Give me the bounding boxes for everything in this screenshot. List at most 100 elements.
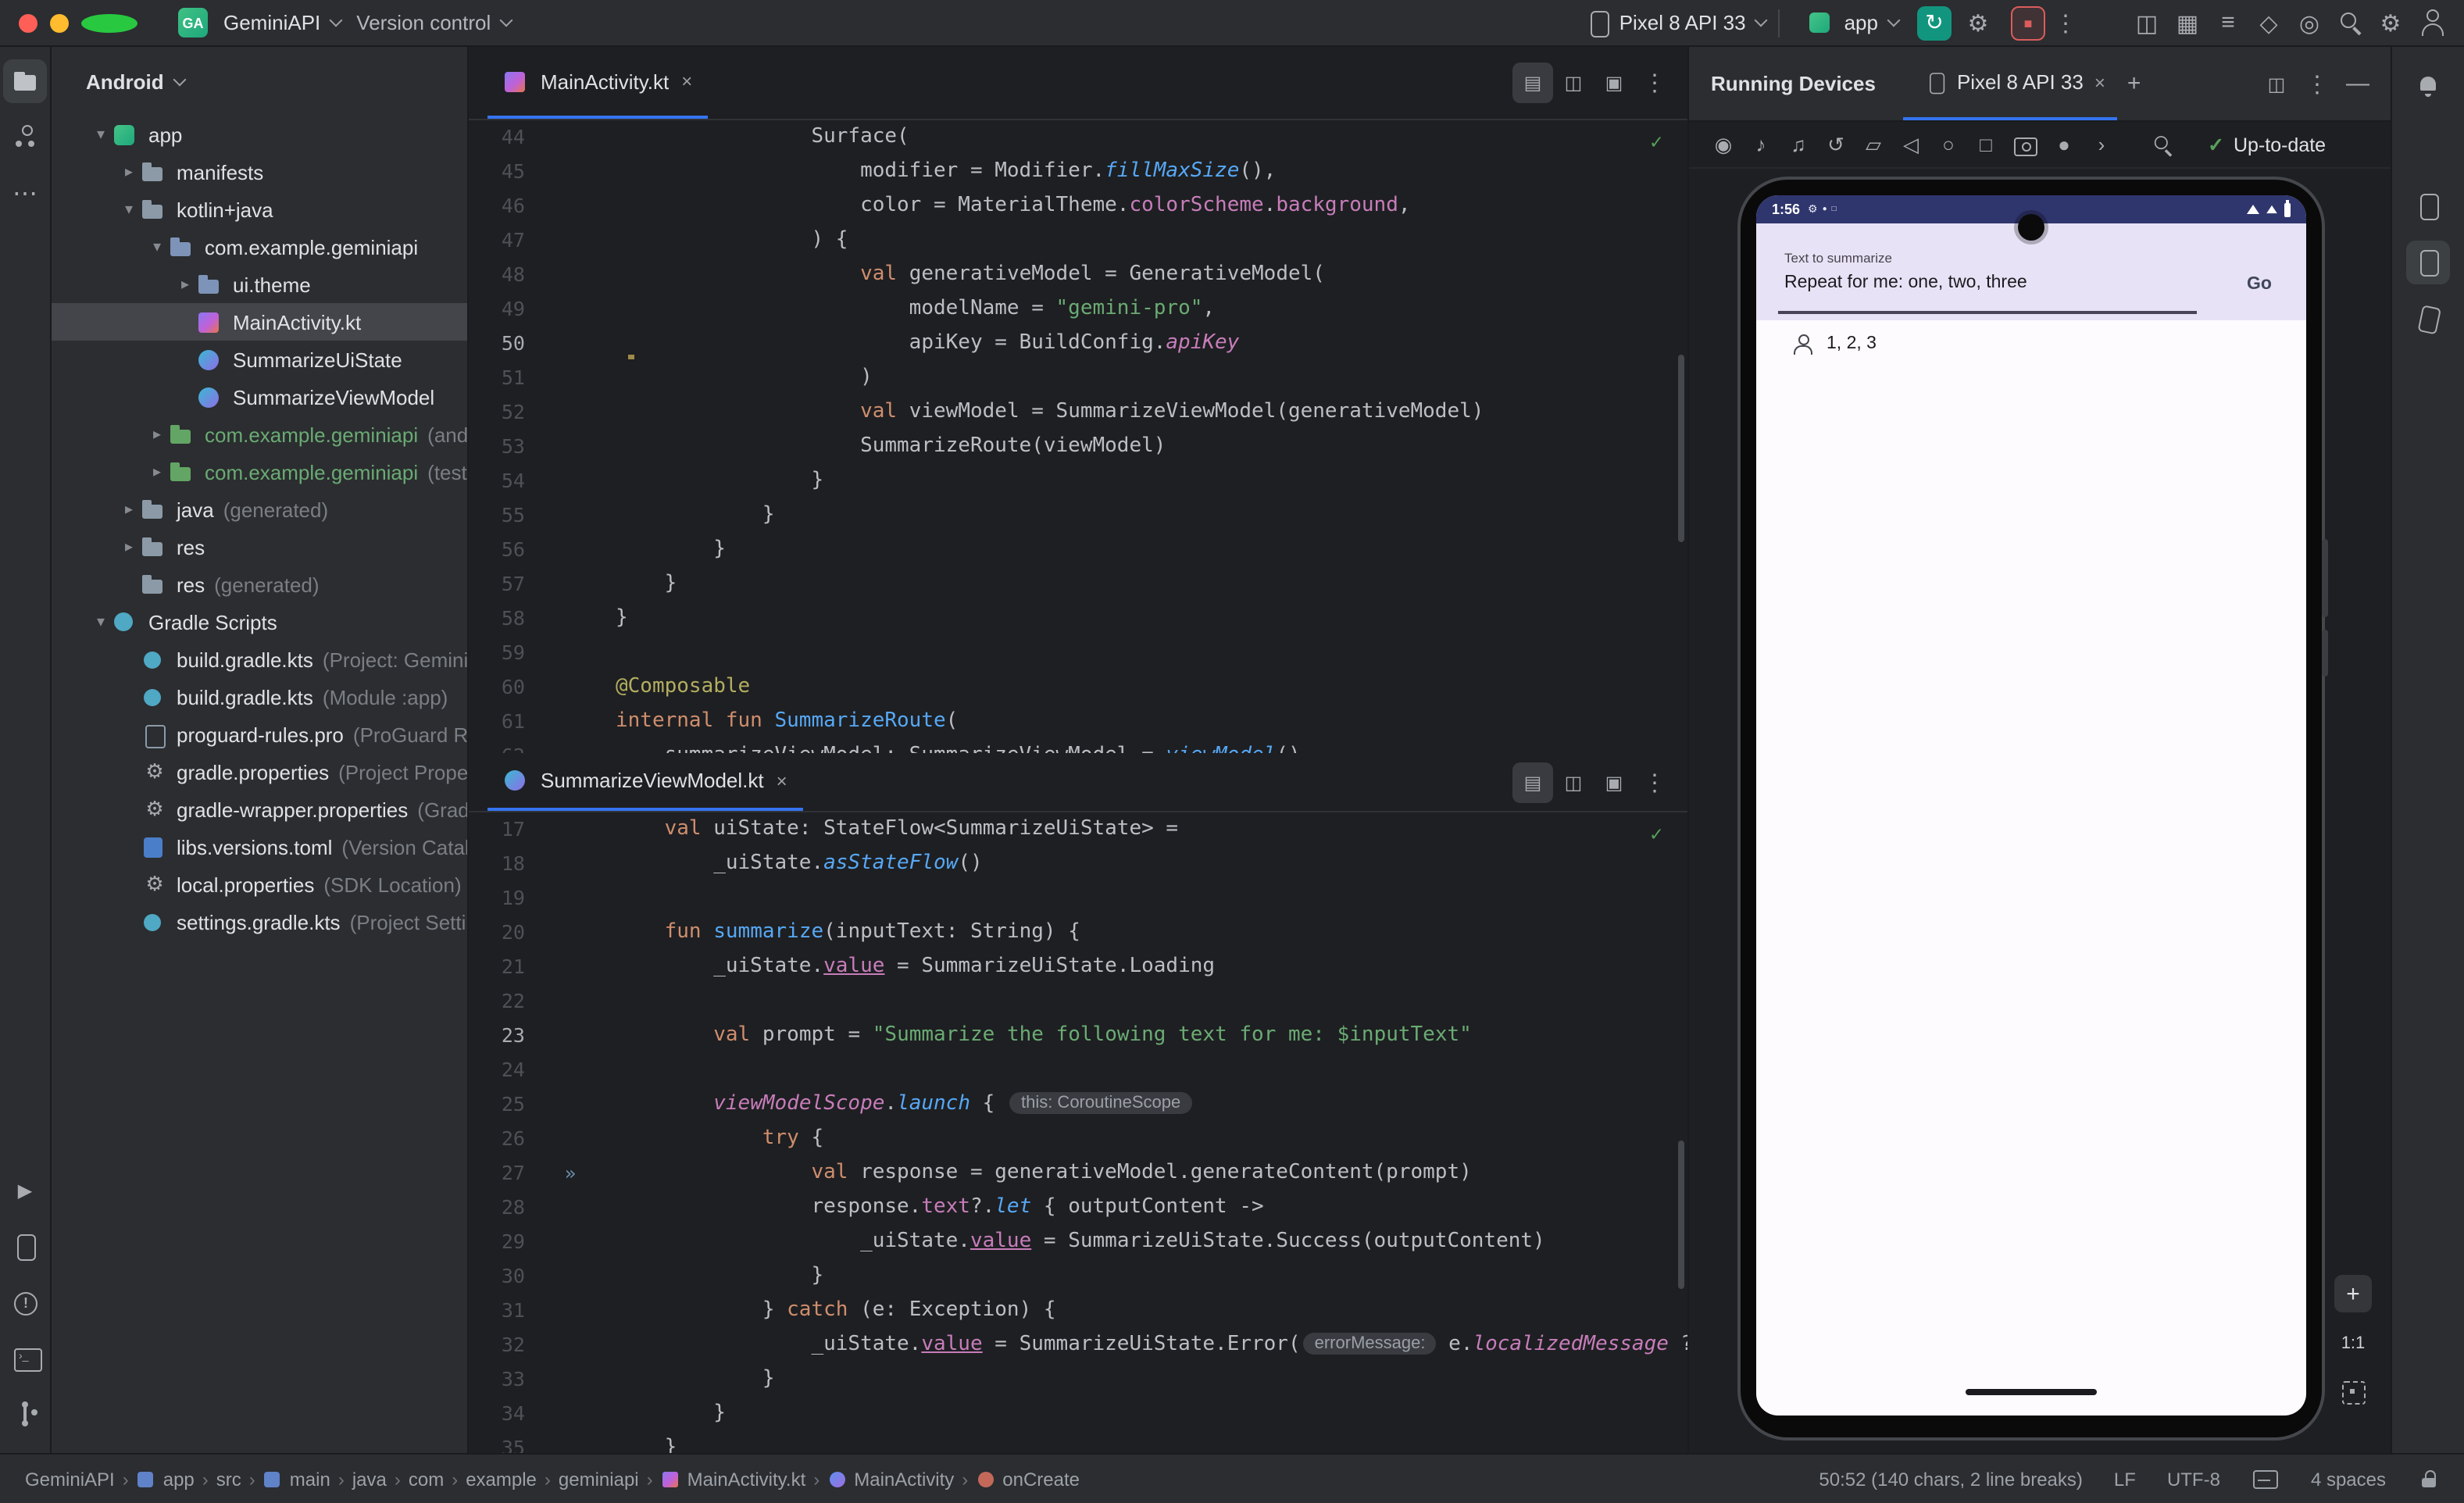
device-selector[interactable]: Pixel 8 API 33 [1579,2,1766,43]
overview-icon[interactable]: □ [1967,126,2005,163]
tree-chevron-icon[interactable]: ▸ [173,276,197,293]
breadcrumb-item[interactable]: onCreate [976,1468,1080,1490]
device-manager-button[interactable] [2406,184,2450,228]
go-button[interactable]: Go [2247,275,2272,294]
code-line[interactable]: 20 fun summarize(inputText: String) { [469,916,1687,950]
run-settings-gear-icon[interactable]: ⚙ [1958,2,1998,43]
macos-zoom-button[interactable] [81,13,137,32]
screenshot-icon[interactable] [2005,124,2045,165]
code-line[interactable]: 52 val viewModel = SummarizeViewModel(ge… [469,395,1687,430]
code-line[interactable]: 46 color = MaterialTheme.colorScheme.bac… [469,189,1687,223]
volume-down-icon[interactable]: ♫ [1780,126,1817,163]
code-line[interactable]: 48 val generativeModel = GenerativeModel… [469,258,1687,292]
editor-options-icon[interactable]: ⋮ [1634,62,1675,103]
breadcrumb-item[interactable]: GeminiAPI [25,1468,115,1490]
code-line[interactable]: 56 } [469,533,1687,567]
device-tab[interactable]: Pixel 8 API 33 × [1904,47,2118,120]
tree-item[interactable]: ▸com.example.geminiapi(test) [52,453,467,491]
tree-chevron-icon[interactable]: ▾ [145,238,169,255]
code-line[interactable]: 35 } [469,1431,1687,1453]
code-line[interactable]: 23 val prompt = "Summarize the following… [469,1019,1687,1053]
tree-item[interactable]: SummarizeViewModel [52,378,467,416]
tree-chevron-icon[interactable]: ▸ [117,538,141,555]
tab-summarizeviewmodel[interactable]: SummarizeViewModel.kt × [487,753,803,811]
breadcrumb-item[interactable]: example [466,1468,537,1490]
code-line[interactable]: 54 } [469,464,1687,498]
close-tab-icon[interactable]: × [777,769,787,791]
code-line[interactable]: 50 apiKey = BuildConfig.apiKey [469,327,1687,361]
indent-style[interactable]: 4 spaces [2311,1468,2386,1490]
tree-item[interactable]: ⚙local.properties(SDK Location) [52,866,467,903]
settings-icon[interactable]: ⚙ [2370,2,2411,43]
tree-chevron-icon[interactable]: ▸ [145,426,169,443]
tree-item[interactable]: build.gradle.kts(Module :app) [52,678,467,716]
code-line[interactable]: 61internal fun SummarizeRoute( [469,705,1687,739]
panel-options-icon[interactable]: ⋮ [2297,63,2337,104]
tree-item[interactable]: proguard-rules.pro(ProGuard Rules for ":… [52,716,467,753]
breadcrumb-item[interactable]: main [263,1468,330,1490]
tree-chevron-icon[interactable]: ▸ [117,163,141,180]
tree-item[interactable]: MainActivity.kt [52,303,467,341]
code-line[interactable]: 27» val response = generativeModel.gener… [469,1156,1687,1191]
more-actions-chevron-icon[interactable]: › [2083,126,2120,163]
close-tab-icon[interactable]: × [2094,71,2105,93]
code-line[interactable]: 24 [469,1053,1687,1087]
preview-icon[interactable]: ▣ [1594,62,1634,103]
screen-record-icon[interactable]: ● [2045,126,2083,163]
editor-options-icon[interactable]: ⋮ [1634,762,1675,802]
indent-settings-icon[interactable] [2252,1468,2280,1490]
macos-minimize-button[interactable] [50,13,69,32]
more-tool-windows-button[interactable]: ⋯ [3,172,47,216]
grid-view-icon[interactable]: ▦ [2167,2,2208,43]
code-line[interactable]: 59 [469,636,1687,670]
code-line[interactable]: 34 } [469,1397,1687,1431]
editor-list-icon[interactable]: ▤ [1512,62,1553,103]
fold-icon[interactable]: ▱ [1855,126,1892,163]
breadcrumb-item[interactable]: MainActivity [827,1468,954,1490]
split-panel-icon[interactable]: ◫ [2256,63,2297,104]
minimize-panel-icon[interactable]: — [2337,63,2378,104]
close-tab-icon[interactable]: × [681,70,692,92]
code-line[interactable]: 32 _uiState.value = SummarizeUiState.Err… [469,1328,1687,1362]
breadcrumb-item[interactable]: com [409,1468,444,1490]
device-mirror-icon[interactable]: ◎ [2289,2,2330,43]
plugins-icon[interactable]: ◇ [2248,2,2289,43]
logcat-tool-window-button[interactable] [3,1225,47,1269]
code-line[interactable]: 19 [469,881,1687,916]
code-line[interactable]: 33 } [469,1362,1687,1397]
tree-item[interactable]: ▸java(generated) [52,491,467,528]
tree-item[interactable]: res(generated) [52,566,467,603]
code-line[interactable]: 28 response.text?.let { outputContent -> [469,1191,1687,1225]
code-line[interactable]: 31 } catch (e: Exception) { [469,1294,1687,1328]
tree-item[interactable]: ▸ui.theme [52,266,467,303]
tree-chevron-icon[interactable]: ▸ [117,501,141,518]
rotate-icon[interactable]: ↺ [1817,126,1855,163]
tree-item[interactable]: ▾app [52,116,467,153]
breadcrumb-item[interactable]: java [352,1468,387,1490]
split-editor-icon[interactable]: ◫ [1553,762,1594,802]
code-line[interactable]: 45 modifier = Modifier.fillMaxSize(), [469,155,1687,189]
running-devices-button[interactable] [2406,241,2450,284]
code-line[interactable]: 51 ) [469,361,1687,395]
search-everywhere-icon[interactable] [2330,2,2370,43]
breadcrumb-item[interactable]: geminiapi [559,1468,639,1490]
code-line[interactable]: 30 } [469,1259,1687,1294]
editor-list-icon[interactable]: ▤ [1512,762,1553,802]
notifications-button[interactable] [2406,66,2450,109]
code-line[interactable]: 17 val uiState: StateFlow<SummarizeUiSta… [469,812,1687,847]
terminal-tool-window-button[interactable] [3,1337,47,1381]
more-run-options-icon[interactable]: ⋮ [2045,2,2086,43]
tree-item[interactable]: ▸com.example.geminiapi(androidTest) [52,416,467,453]
breadcrumb-item[interactable]: MainActivity.kt [661,1468,806,1490]
problems-tool-window-button[interactable] [3,1281,47,1325]
project-view-selector[interactable]: Android [52,47,467,116]
zoom-in-button[interactable]: + [2334,1275,2372,1312]
tree-item[interactable]: ⚙gradle.properties(Project Properties) [52,753,467,791]
tool-windows-layout-icon[interactable]: ◫ [2127,2,2167,43]
editor-scrollbar[interactable] [1678,1141,1684,1289]
lock-icon[interactable] [2417,1466,2442,1491]
device-screen[interactable]: 1:56 ⚙ ● □ Text to summarize Repeat [1756,195,2306,1416]
inspections-ok-icon[interactable]: ✓ [1650,819,1662,853]
commit-tool-window-button[interactable] [3,116,47,159]
code-line[interactable]: 21 _uiState.value = SummarizeUiState.Loa… [469,950,1687,984]
